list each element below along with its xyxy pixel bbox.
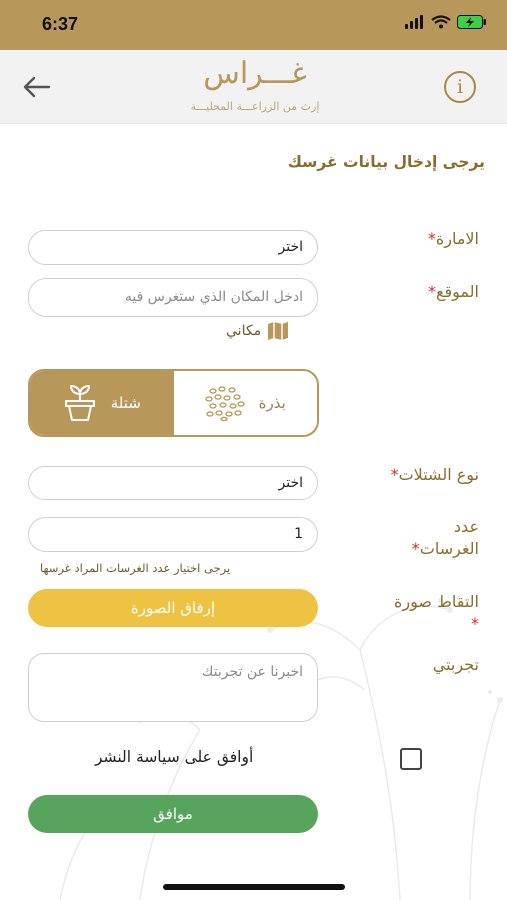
toggle-seedling[interactable]: شتلة: [30, 371, 174, 435]
agree-checkbox[interactable]: [400, 748, 422, 770]
required-mark: *: [428, 282, 436, 301]
back-arrow-icon[interactable]: [22, 74, 52, 100]
location-input-placeholder: ادخل المكان الذي ستغرس فيه: [124, 289, 303, 305]
photo-label-text: التقاط صورة: [394, 592, 479, 611]
count-input-value: 1: [294, 526, 303, 542]
emirate-label: الامارة*: [428, 228, 479, 250]
toggle-seed-label: بذرة: [258, 394, 286, 412]
wifi-icon: [431, 15, 451, 29]
plant-type-toggle: شتلة بذرة: [28, 369, 319, 437]
submit-button[interactable]: موافق: [28, 795, 318, 833]
location-label-text: الموقع: [436, 282, 479, 301]
count-label-line2: الغرسات: [419, 539, 479, 558]
my-location-link[interactable]: مكاني: [226, 321, 289, 341]
seedling-type-value: اختر: [278, 475, 304, 491]
info-icon[interactable]: i: [444, 71, 476, 103]
seedling-type-label-text: نوع الشتلات: [398, 465, 479, 484]
signal-icon: [405, 15, 423, 29]
photo-label: التقاط صورة *: [394, 591, 479, 635]
status-bar: 6:37: [0, 0, 507, 50]
location-input[interactable]: ادخل المكان الذي ستغرس فيه: [28, 278, 318, 317]
emirate-select[interactable]: اختر: [28, 230, 318, 265]
status-time: 6:37: [42, 14, 79, 34]
status-icons: [405, 15, 487, 29]
seedling-type-select[interactable]: اختر: [28, 466, 318, 500]
emirate-select-value: اختر: [278, 239, 304, 255]
toggle-seedling-label: شتلة: [110, 394, 141, 412]
count-label: عدد الغرسات*: [412, 516, 479, 560]
app-logo: غـــراس: [203, 56, 307, 91]
count-hint: يرجى اختيار عدد الغرسات المراد غرسها: [40, 561, 231, 575]
seedling-type-label: نوع الشتلات*: [391, 464, 479, 486]
experience-textarea[interactable]: اخبرنا عن تجربتك: [28, 653, 318, 722]
app-tagline: إرث من الزراعـــة المحليـــة: [190, 100, 320, 113]
required-mark: *: [471, 614, 479, 633]
emirate-label-text: الامارة: [435, 229, 479, 248]
app-header: غـــراس إرث من الزراعـــة المحليـــة i: [0, 50, 507, 124]
experience-placeholder: اخبرنا عن تجربتك: [201, 664, 303, 680]
required-mark: *: [390, 465, 399, 484]
required-mark: *: [411, 539, 420, 558]
map-icon: [268, 322, 289, 340]
potted-plant-icon: [64, 385, 95, 421]
seeds-icon: [205, 386, 245, 421]
agree-policy-text: أوافق على سياسة النشر: [95, 748, 254, 766]
battery-charging-icon: [457, 15, 486, 29]
count-label-line2-wrap: الغرسات*: [412, 538, 479, 560]
count-label-line1: عدد: [453, 517, 479, 536]
location-label: الموقع*: [428, 281, 479, 303]
form-heading: يرجى إدخال بيانات غرسك: [287, 153, 485, 171]
toggle-seed[interactable]: بذرة: [174, 371, 318, 435]
my-location-label: مكاني: [226, 323, 262, 339]
required-mark: *: [427, 229, 436, 248]
experience-label: تجربتي: [432, 655, 479, 674]
home-indicator: [163, 884, 345, 890]
count-input[interactable]: 1: [28, 517, 318, 552]
attach-photo-button[interactable]: إرفاق الصورة: [28, 589, 318, 627]
